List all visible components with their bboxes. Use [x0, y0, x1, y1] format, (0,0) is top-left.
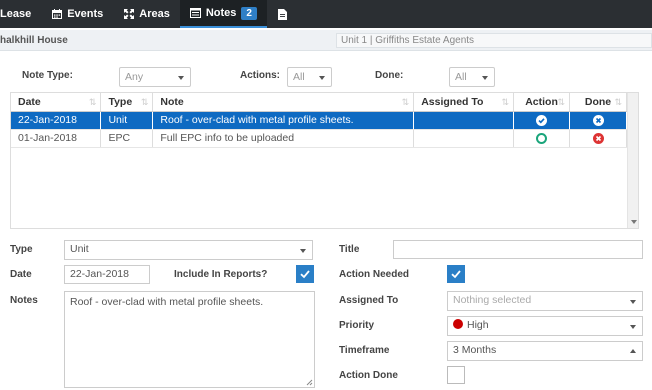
check-circle-icon — [536, 114, 548, 126]
tab-notes[interactable]: Notes 2 — [179, 0, 267, 28]
action-needed-label: Action Needed — [339, 269, 410, 280]
note-type-filter-select[interactable]: Any — [119, 67, 191, 87]
actions-filter-value: All — [293, 71, 305, 83]
cell-type: Unit — [100, 111, 154, 130]
action-done-checkbox[interactable] — [447, 366, 465, 384]
action-needed-checkbox[interactable] — [447, 265, 465, 283]
sort-icon: ⇅ — [557, 97, 566, 107]
chevron-down-icon — [630, 325, 636, 329]
tab-documents[interactable] — [267, 0, 298, 28]
property-header: halkhill House Unit 1 | Griffiths Estate… — [0, 30, 652, 51]
sort-icon: ⇅ — [614, 97, 622, 107]
timeframe-value: 3 Months — [453, 344, 497, 356]
priority-label: Priority — [339, 320, 375, 331]
notes-table: Date ⇅ Type ⇅ Note ⇅ Assigned To ⇅ Action ⇅ D… — [10, 92, 639, 229]
scroll-down-icon[interactable] — [631, 220, 637, 224]
empty-circle-icon — [536, 132, 548, 144]
chevron-down-icon — [319, 76, 325, 80]
notes-count-badge: 2 — [241, 6, 257, 20]
cell-date: 22-Jan-2018 — [11, 111, 102, 130]
assigned-to-placeholder: Nothing selected — [453, 294, 532, 306]
checkmark-icon — [451, 270, 461, 279]
column-header-type[interactable]: Type ⇅ — [100, 93, 154, 112]
assigned-to-select[interactable]: Nothing selected — [447, 291, 643, 311]
type-select-value: Unit — [70, 243, 89, 255]
calendar-icon — [51, 9, 62, 20]
document-icon — [277, 8, 288, 20]
type-label: Type — [10, 244, 33, 255]
chevron-down-icon — [178, 76, 184, 80]
column-header-note[interactable]: Note ⇅ — [152, 93, 415, 112]
table-header-row: Date ⇅ Type ⇅ Note ⇅ Assigned To ⇅ Action ⇅ D… — [11, 93, 627, 112]
chevron-down-icon — [300, 249, 306, 253]
notes-textarea[interactable]: Roof - over-clad with metal profile shee… — [64, 291, 315, 388]
sort-icon: ⇅ — [140, 97, 149, 107]
column-header-date[interactable]: Date ⇅ — [11, 93, 102, 112]
note-type-filter-value: Any — [125, 71, 144, 83]
table-row[interactable]: 22-Jan-2018 Unit Roof - over-clad with m… — [11, 111, 627, 130]
title-label: Title — [339, 244, 360, 255]
nav-spacer — [297, 0, 652, 28]
chevron-up-icon — [630, 349, 636, 353]
done-filter-value: All — [455, 71, 467, 83]
include-in-reports-label: Include In Reports? — [174, 269, 268, 280]
resize-grip-icon[interactable] — [306, 379, 313, 386]
timeframe-label: Timeframe — [339, 345, 390, 356]
note-type-filter-label: Note Type: — [22, 70, 73, 81]
sort-icon: ⇅ — [401, 97, 410, 107]
tab-areas-label: Areas — [139, 8, 170, 20]
timeframe-select[interactable]: 3 Months — [447, 341, 643, 361]
tab-events[interactable]: Events — [41, 0, 113, 28]
tab-notes-label: Notes — [205, 7, 237, 19]
cell-assigned — [413, 129, 515, 148]
priority-value: High — [467, 319, 489, 331]
done-filter-select[interactable]: All — [449, 67, 495, 87]
property-address: Unit 1 | Griffiths Estate Agents — [336, 33, 652, 48]
checkmark-icon — [300, 270, 310, 279]
x-circle-icon — [592, 114, 604, 126]
priority-high-dot-icon — [453, 319, 463, 329]
column-header-action[interactable]: Action ⇅ — [513, 93, 571, 112]
cell-date: 01-Jan-2018 — [11, 129, 102, 148]
cell-assigned — [413, 111, 515, 130]
list-icon — [189, 8, 201, 19]
title-input[interactable] — [393, 240, 643, 259]
chevron-down-icon — [630, 300, 636, 304]
tab-lease[interactable]: Lease — [0, 0, 41, 28]
expand-arrows-icon — [123, 9, 134, 20]
tab-events-label: Events — [67, 8, 104, 20]
tab-areas[interactable]: Areas — [113, 0, 180, 28]
column-header-done[interactable]: Done ⇅ — [569, 93, 627, 112]
cell-type: EPC — [100, 129, 154, 148]
property-title: halkhill House — [0, 35, 68, 46]
type-select[interactable]: Unit — [64, 240, 313, 260]
top-navigation: Lease Events Areas Notes 2 — [0, 0, 652, 28]
date-input[interactable]: 22-Jan-2018 — [64, 265, 150, 284]
column-header-assigned-to[interactable]: Assigned To ⇅ — [413, 93, 515, 112]
notes-label: Notes — [10, 295, 38, 306]
notes-textarea-value: Roof - over-clad with metal profile shee… — [70, 296, 264, 308]
action-done-label: Action Done — [339, 370, 398, 381]
actions-filter-label: Actions: — [240, 70, 280, 81]
x-circle-red-icon — [592, 132, 604, 144]
actions-filter-select[interactable]: All — [287, 67, 332, 87]
cell-note: Roof - over-clad with metal profile shee… — [152, 111, 415, 130]
chevron-down-icon — [482, 76, 488, 80]
assigned-to-label: Assigned To — [339, 295, 399, 306]
sort-icon: ⇅ — [501, 97, 510, 107]
tab-lease-label: Lease — [0, 8, 32, 20]
date-label: Date — [10, 269, 32, 280]
cell-note: Full EPC info to be uploaded — [152, 129, 415, 148]
table-row[interactable]: 01-Jan-2018 EPC Full EPC info to be uplo… — [11, 129, 627, 148]
priority-select[interactable]: High — [447, 316, 643, 336]
table-scrollbar[interactable] — [627, 93, 638, 228]
done-filter-label: Done: — [375, 70, 404, 81]
include-in-reports-checkbox[interactable] — [296, 265, 314, 283]
sort-desc-icon: ⇅ — [88, 97, 97, 107]
